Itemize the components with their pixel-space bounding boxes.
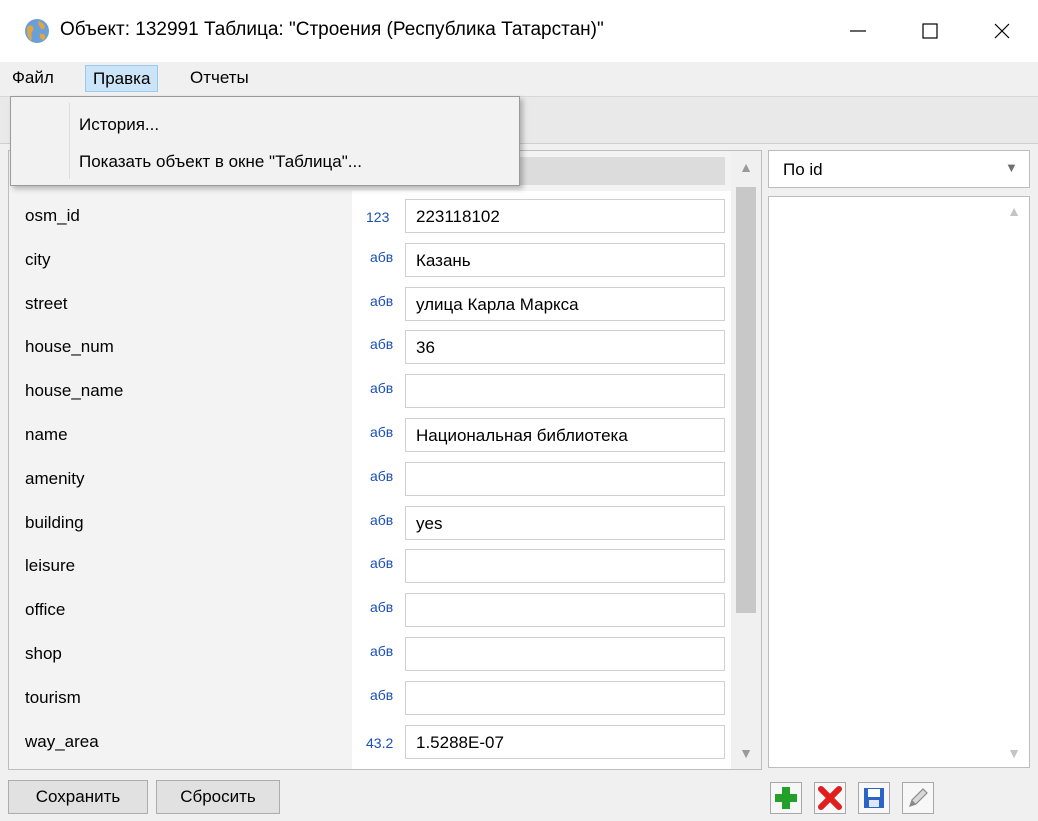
floppy-icon bbox=[864, 788, 884, 808]
scroll-up-icon[interactable]: ▲ bbox=[999, 203, 1029, 219]
sort-select[interactable]: По id ▼ bbox=[768, 150, 1030, 188]
scroll-down-icon[interactable]: ▼ bbox=[731, 745, 761, 761]
field-type-icon: 43.2 bbox=[366, 735, 394, 751]
minimize-button[interactable] bbox=[822, 0, 894, 62]
field-type-icon: абв bbox=[370, 336, 394, 352]
field-type-icon: абв bbox=[370, 643, 394, 659]
menu-gutter bbox=[69, 103, 70, 179]
field-type-icon: абв bbox=[370, 687, 394, 703]
field-value-office[interactable] bbox=[405, 593, 725, 627]
pencil-icon bbox=[909, 788, 928, 807]
attribute-grid: osm_id 123 223118102 city абв Казань street абв… bbox=[8, 150, 762, 770]
menu-reports[interactable]: Отчеты bbox=[183, 62, 256, 94]
plus-icon bbox=[775, 787, 797, 809]
delete-button[interactable] bbox=[814, 782, 846, 814]
menu-edit[interactable]: Правка bbox=[85, 65, 159, 92]
field-type-icon: абв bbox=[370, 424, 394, 440]
menu-item-show-in-table[interactable]: Показать объект в окне "Таблица"... bbox=[79, 152, 362, 172]
field-type-icon: абв bbox=[370, 555, 394, 571]
field-label-amenity: amenity bbox=[25, 469, 85, 488]
field-label-city: city bbox=[25, 250, 51, 269]
field-type-icon: абв bbox=[370, 599, 394, 615]
field-value-city[interactable]: Казань bbox=[405, 243, 725, 277]
field-type-icon: абв bbox=[370, 249, 394, 265]
close-icon bbox=[994, 23, 1010, 39]
add-button[interactable] bbox=[770, 782, 802, 814]
field-label-street: street bbox=[25, 294, 68, 313]
field-value-tourism[interactable] bbox=[405, 681, 725, 715]
list-scrollbar[interactable]: ▲ ▼ bbox=[999, 197, 1029, 767]
save-button[interactable]: Сохранить bbox=[8, 780, 148, 814]
save-object-button[interactable] bbox=[858, 782, 890, 814]
field-value-house_num[interactable]: 36 bbox=[405, 330, 725, 364]
field-label-office: office bbox=[25, 600, 66, 619]
edit-button[interactable] bbox=[902, 782, 934, 814]
maximize-icon bbox=[922, 23, 938, 39]
field-label-building: building bbox=[25, 513, 84, 532]
field-value-shop[interactable] bbox=[405, 637, 725, 671]
scroll-thumb[interactable] bbox=[736, 187, 756, 613]
field-type-icon: 123 bbox=[366, 209, 390, 225]
edit-dropdown-menu: История... Показать объект в окне "Табли… bbox=[10, 96, 520, 186]
field-value-building[interactable]: yes bbox=[405, 506, 725, 540]
reset-button[interactable]: Сбросить bbox=[156, 780, 280, 814]
grid-scrollbar[interactable]: ▲ ▼ bbox=[731, 151, 761, 769]
x-icon bbox=[818, 786, 842, 810]
chevron-down-icon: ▼ bbox=[1005, 160, 1018, 175]
scroll-up-icon[interactable]: ▲ bbox=[731, 159, 761, 175]
field-value-leisure[interactable] bbox=[405, 549, 725, 583]
field-value-osm_id[interactable]: 223118102 bbox=[405, 199, 725, 233]
sort-select-value: По id bbox=[783, 160, 823, 179]
field-label-house_num: house_num bbox=[25, 337, 114, 356]
scroll-down-icon[interactable]: ▼ bbox=[999, 745, 1029, 761]
field-type-icon: абв bbox=[370, 468, 394, 484]
object-list[interactable]: ▲ ▼ bbox=[768, 196, 1030, 768]
field-value-amenity[interactable] bbox=[405, 462, 725, 496]
field-label-osm_id: osm_id bbox=[25, 206, 80, 225]
minimize-icon bbox=[850, 30, 866, 32]
menu-file[interactable]: Файл bbox=[5, 62, 61, 94]
field-label-house_name: house_name bbox=[25, 381, 124, 400]
field-type-icon: абв bbox=[370, 512, 394, 528]
globe-icon bbox=[24, 18, 50, 44]
field-value-street[interactable]: улица Карла Маркса bbox=[405, 287, 725, 321]
field-value-way_area[interactable]: 1.5288E-07 bbox=[405, 725, 725, 759]
field-type-icon: абв bbox=[370, 293, 394, 309]
field-value-house_name[interactable] bbox=[405, 374, 725, 408]
title-bar: Объект: 132991 Таблица: "Строения (Респу… bbox=[0, 0, 1038, 62]
field-value-name[interactable]: Национальная библиотека bbox=[405, 418, 725, 452]
field-label-name: name bbox=[25, 425, 68, 444]
menu-item-history[interactable]: История... bbox=[79, 115, 159, 135]
maximize-button[interactable] bbox=[894, 0, 966, 62]
close-button[interactable] bbox=[966, 0, 1038, 62]
field-label-shop: shop bbox=[25, 644, 62, 663]
field-label-tourism: tourism bbox=[25, 688, 81, 707]
menu-bar: Файл Правка Отчеты bbox=[0, 62, 1038, 94]
field-label-way_area: way_area bbox=[25, 732, 99, 751]
field-label-leisure: leisure bbox=[25, 556, 76, 575]
field-type-icon: абв bbox=[370, 380, 394, 396]
window-title: Объект: 132991 Таблица: "Строения (Респу… bbox=[60, 19, 604, 40]
